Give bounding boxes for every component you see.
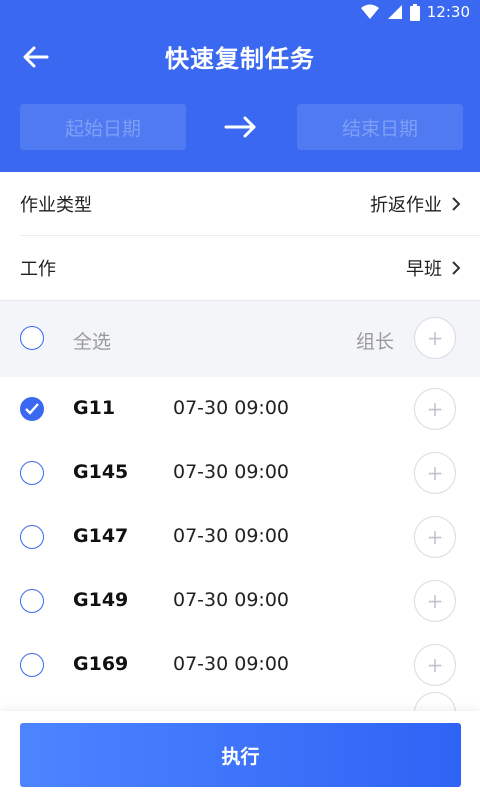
list-item[interactable]: G149 07-30 09:00 + bbox=[0, 569, 480, 633]
task-checkbox[interactable] bbox=[20, 525, 44, 549]
task-checkbox[interactable] bbox=[20, 653, 44, 677]
list-item[interactable] bbox=[0, 692, 480, 711]
task-time: 07-30 09:00 bbox=[173, 653, 290, 675]
work-type-row[interactable]: 作业类型 折返作业 bbox=[0, 172, 480, 236]
add-leader-button[interactable]: + bbox=[414, 580, 456, 622]
start-date-field[interactable]: 起始日期 bbox=[20, 104, 186, 150]
task-time: 07-30 09:00 bbox=[173, 589, 290, 611]
status-time: 12:30 bbox=[426, 3, 470, 21]
task-code: G147 bbox=[73, 525, 129, 547]
plus-icon: + bbox=[426, 653, 444, 677]
task-time: 07-30 09:00 bbox=[173, 461, 290, 483]
list-item[interactable]: G169 07-30 09:00 + bbox=[0, 633, 480, 697]
list-item[interactable]: G11 07-30 09:00 + bbox=[0, 377, 480, 441]
task-code: G169 bbox=[73, 653, 129, 675]
task-time: 07-30 09:00 bbox=[173, 525, 290, 547]
task-time: 07-30 09:00 bbox=[173, 397, 290, 419]
work-type-label: 作业类型 bbox=[20, 195, 92, 216]
task-checkbox[interactable] bbox=[20, 461, 44, 485]
add-leader-button[interactable]: + bbox=[414, 317, 456, 359]
page-title: 快速复制任务 bbox=[165, 45, 315, 73]
end-date-field[interactable]: 结束日期 bbox=[297, 104, 463, 150]
task-checkbox[interactable] bbox=[20, 397, 44, 421]
task-code: G149 bbox=[73, 589, 129, 611]
task-checkbox[interactable] bbox=[20, 589, 44, 613]
shift-row[interactable]: 工作 早班 bbox=[0, 236, 480, 300]
shift-value: 早班 bbox=[406, 259, 442, 280]
add-leader-button[interactable]: + bbox=[414, 516, 456, 558]
signal-icon bbox=[387, 5, 402, 19]
task-code: G145 bbox=[73, 461, 129, 483]
leader-label: 组长 bbox=[356, 331, 395, 353]
check-icon bbox=[25, 403, 39, 415]
plus-icon: + bbox=[426, 326, 444, 350]
shift-label: 工作 bbox=[20, 259, 56, 280]
plus-icon: + bbox=[426, 525, 444, 549]
plus-icon: + bbox=[426, 397, 444, 421]
footer: 执行 bbox=[0, 711, 480, 800]
battery-icon bbox=[409, 3, 420, 21]
plus-icon: + bbox=[426, 589, 444, 613]
chevron-right-icon bbox=[452, 197, 461, 211]
select-all-row: 全选 组长 + bbox=[0, 300, 480, 378]
status-bar: 12:30 bbox=[0, 0, 480, 27]
work-type-value: 折返作业 bbox=[370, 195, 442, 216]
add-leader-button[interactable]: + bbox=[414, 388, 456, 430]
select-all-checkbox[interactable] bbox=[20, 326, 44, 350]
select-all-label: 全选 bbox=[73, 331, 112, 353]
chevron-right-icon bbox=[452, 261, 461, 275]
task-list: G11 07-30 09:00 + G145 07-30 09:00 + G14… bbox=[0, 377, 480, 711]
header: 快速复制任务 起始日期 结束日期 bbox=[0, 27, 480, 172]
plus-icon: + bbox=[426, 461, 444, 485]
wifi-icon bbox=[360, 4, 379, 19]
add-leader-button[interactable]: + bbox=[414, 452, 456, 494]
list-item[interactable]: G145 07-30 09:00 + bbox=[0, 441, 480, 505]
add-leader-button[interactable]: + bbox=[414, 644, 456, 686]
task-code: G11 bbox=[73, 397, 116, 419]
execute-button[interactable]: 执行 bbox=[20, 723, 461, 787]
list-item[interactable]: G147 07-30 09:00 + bbox=[0, 505, 480, 569]
arrow-right-icon bbox=[224, 116, 256, 138]
